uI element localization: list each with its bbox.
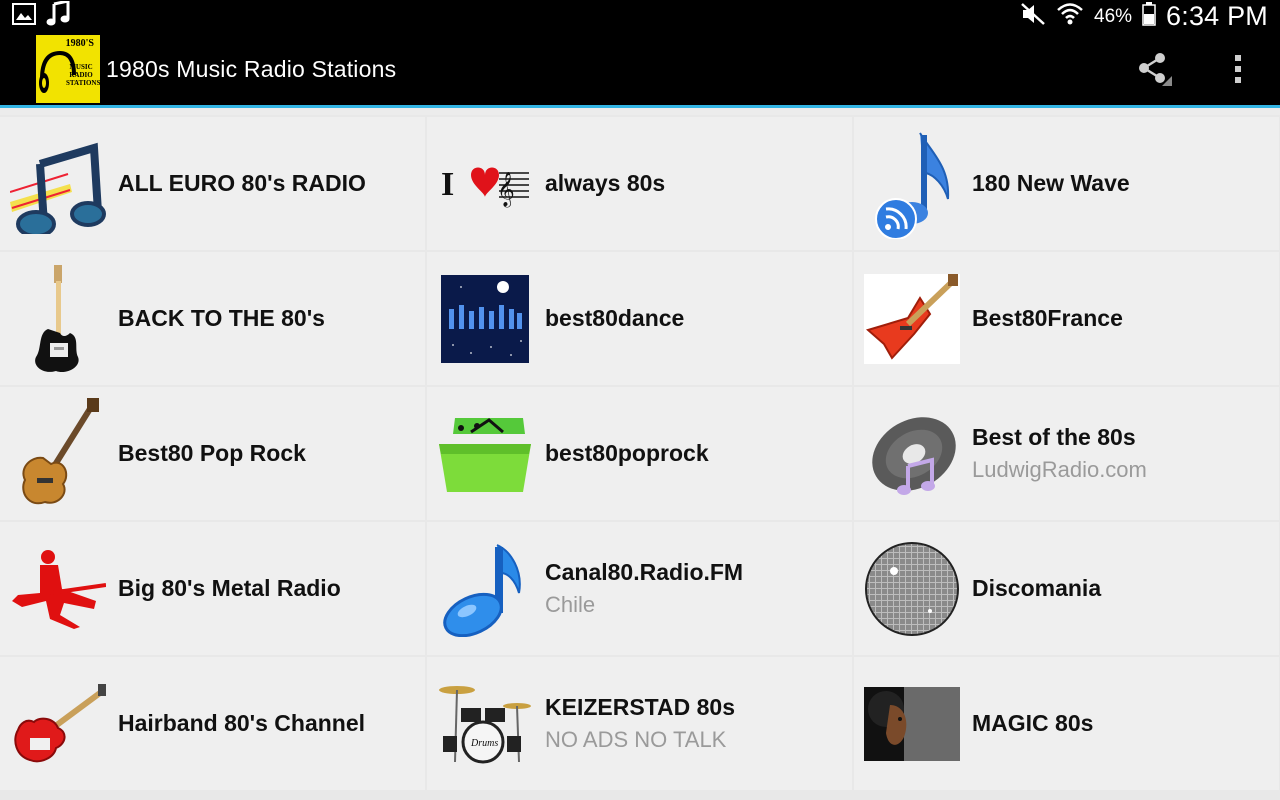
acoustic-guitar-icon: [10, 397, 106, 509]
svg-text:𝄞: 𝄞: [497, 172, 515, 208]
share-button[interactable]: [1122, 33, 1186, 105]
mute-icon: [1020, 2, 1046, 31]
station-tile[interactable]: I 𝄞 always 80s: [427, 117, 852, 250]
station-tile[interactable]: best80poprock: [427, 387, 852, 520]
station-tile[interactable]: Best80France: [854, 252, 1279, 385]
station-tile[interactable]: ALL EURO 80's RADIO: [0, 117, 425, 250]
station-tile[interactable]: Best of the 80s LudwigRadio.com: [854, 387, 1279, 520]
music-notes-icon: [10, 129, 106, 239]
app-logo-subtitle: MUSIC RADIO STATIONS: [66, 63, 100, 87]
portrait-icon: [864, 669, 960, 779]
dance-crowd-icon: [437, 264, 533, 374]
station-name: 180 New Wave: [972, 170, 1130, 196]
green-folder-icon: [437, 399, 533, 509]
grid-top-partial-row: [0, 108, 1280, 115]
station-name: Best of the 80s: [972, 424, 1136, 450]
electric-guitar-icon: [10, 264, 106, 374]
station-grid[interactable]: ALL EURO 80's RADIO I 𝄞 always 80s 180 N…: [0, 108, 1280, 800]
station-subtitle: LudwigRadio.com: [972, 457, 1147, 482]
share-icon: [1139, 53, 1172, 86]
station-name: always 80s: [545, 170, 666, 196]
action-bar: 1980'S MUSIC RADIO STATIONS 1980s Music …: [0, 33, 1280, 105]
app-logo-year: 1980'S: [65, 38, 94, 49]
station-tile[interactable]: Discomania: [854, 522, 1279, 655]
blue-note-rss-icon: [864, 129, 960, 239]
station-name: MAGIC 80s: [972, 710, 1094, 736]
station-tile[interactable]: MAGIC 80s: [854, 657, 1279, 790]
station-tile[interactable]: best80dance: [427, 252, 852, 385]
station-tile[interactable]: Big 80's Metal Radio: [0, 522, 425, 655]
station-name: Canal80.Radio.FM: [545, 559, 744, 585]
station-tile[interactable]: BACK TO THE 80's: [0, 252, 425, 385]
station-tile[interactable]: 180 New Wave: [854, 117, 1279, 250]
station-name: Big 80's Metal Radio: [118, 575, 341, 601]
status-bar: 46% 6:34 PM: [0, 0, 1280, 33]
station-name: Best80France: [972, 305, 1123, 331]
vinyl-record-icon: [864, 399, 960, 509]
blue-music-note-icon: [437, 534, 533, 644]
station-name: BACK TO THE 80's: [118, 305, 325, 331]
station-name: best80poprock: [545, 440, 709, 466]
station-name: best80dance: [545, 305, 685, 331]
wifi-icon: [1056, 1, 1084, 32]
station-tile[interactable]: Best80 Pop Rock: [0, 387, 425, 520]
app-logo[interactable]: 1980'S MUSIC RADIO STATIONS: [36, 35, 100, 103]
station-subtitle: NO ADS NO TALK: [545, 727, 727, 752]
music-notification-icon: [46, 0, 70, 32]
more-vert-icon: [1235, 55, 1241, 83]
station-name: Discomania: [972, 575, 1102, 601]
battery-percent: 46%: [1094, 5, 1133, 27]
battery-icon: [1142, 2, 1156, 31]
station-tile[interactable]: Canal80.Radio.FM Chile: [427, 522, 852, 655]
station-name: Best80 Pop Rock: [118, 440, 306, 466]
red-electric-guitar-icon: [10, 669, 106, 779]
station-name: ALL EURO 80's RADIO: [118, 170, 366, 196]
svg-text:I: I: [441, 166, 454, 203]
red-guitar-icon: [864, 264, 960, 374]
disco-ball-icon: [864, 534, 960, 644]
station-tile[interactable]: Drums KEIZERSTAD 80s NO ADS NO TALK: [427, 657, 852, 790]
svg-text:Drums: Drums: [470, 738, 498, 749]
gallery-notification-icon: [12, 3, 36, 30]
i-love-music-icon: I 𝄞: [437, 129, 533, 239]
overflow-menu-button[interactable]: [1206, 33, 1270, 105]
station-subtitle: Chile: [545, 592, 596, 617]
station-name: KEIZERSTAD 80s: [545, 694, 736, 720]
drum-kit-icon: Drums: [437, 669, 533, 779]
app-title: 1980s Music Radio Stations: [106, 55, 397, 82]
station-name: Hairband 80's Channel: [118, 710, 366, 736]
clock: 6:34 PM: [1166, 1, 1268, 31]
guitarist-silhouette-icon: [10, 534, 106, 644]
station-tile[interactable]: Hairband 80's Channel: [0, 657, 425, 790]
